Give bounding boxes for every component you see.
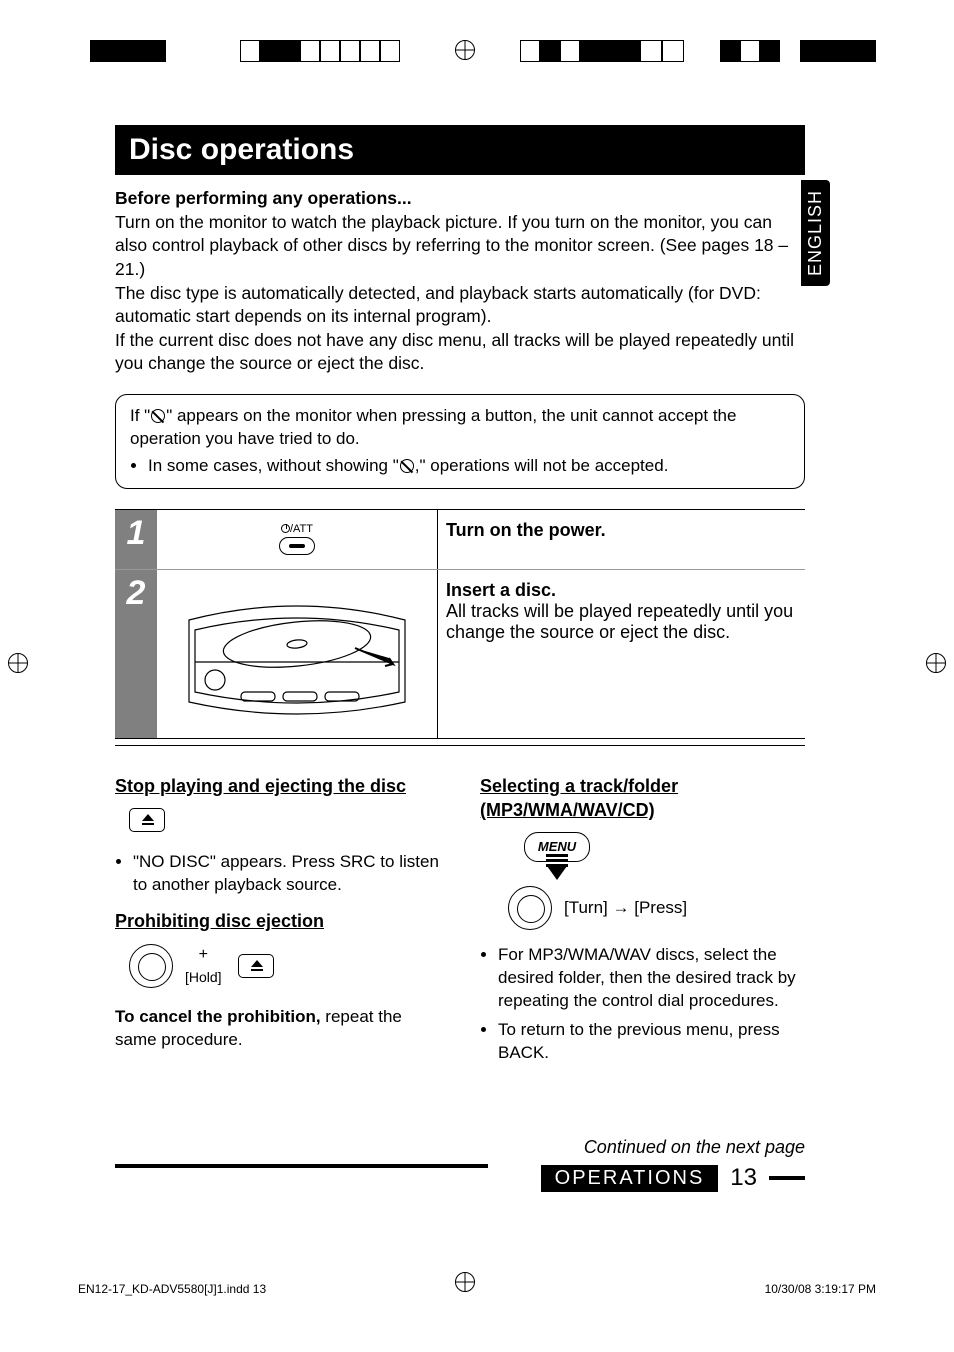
control-dial-icon	[129, 944, 173, 988]
intro-p3: If the current disc does not have any di…	[115, 330, 794, 374]
prohibit-icon	[151, 409, 165, 423]
eject-button-icon	[129, 808, 165, 832]
left-column: Stop playing and ejecting the disc "NO D…	[115, 774, 440, 1077]
footer-rule	[769, 1176, 805, 1180]
imprint-date: 10/30/08 3:19:17 PM	[765, 1282, 876, 1296]
steps-table: 1 /ATT Turn on the power. 2	[115, 509, 805, 739]
footer-section-label: OPERATIONS	[541, 1165, 719, 1192]
step-number: 1	[115, 510, 157, 569]
page-number: 13	[730, 1164, 757, 1192]
prohibit-icon	[400, 459, 414, 473]
step-2-body: All tracks will be played repeatedly unt…	[446, 601, 793, 642]
eject-button-icon	[238, 954, 274, 978]
down-arrow-icon	[547, 866, 567, 880]
note-box: If "" appears on the monitor when pressi…	[115, 394, 805, 489]
language-tab: ENGLISH	[801, 180, 830, 286]
select-track-heading: Selecting a track/folder (MP3/WMA/WAV/CD…	[480, 774, 805, 823]
menu-button-icon: MENU	[524, 832, 590, 862]
step-number: 2	[115, 570, 157, 738]
registration-mark-left	[8, 653, 28, 673]
cancel-prohibition-a: To cancel the prohibition,	[115, 1007, 321, 1026]
continued-next-page: Continued on the next page	[115, 1137, 805, 1158]
power-att-label: /ATT	[290, 523, 313, 535]
note-line1a: If "	[130, 406, 150, 425]
intro-lead: Before performing any operations...	[115, 188, 412, 208]
hold-label: [Hold]	[185, 969, 222, 985]
note-bullet-b: ," operations will not be accepted.	[415, 456, 669, 475]
back-bullet: To return to the previous menu, press BA…	[498, 1019, 805, 1065]
prohibit-eject-heading: Prohibiting disc ejection	[115, 909, 440, 933]
step-row-1: 1 /ATT Turn on the power.	[115, 510, 805, 570]
no-disc-bullet: "NO DISC" appears. Press SRC to listen t…	[133, 851, 440, 897]
note-line1b: " appears on the monitor when pressing a…	[130, 406, 736, 448]
registration-mark-right	[926, 653, 946, 673]
power-icon	[281, 524, 290, 533]
power-button-figure: /ATT	[262, 523, 332, 555]
power-button-shape	[279, 537, 315, 555]
intro-p2: The disc type is automatically detected,…	[115, 283, 761, 327]
plus-icon: +	[199, 946, 208, 963]
note-bullet-a: In some cases, without showing "	[148, 456, 399, 475]
insert-disc-figure	[167, 584, 427, 724]
step-1-title: Turn on the power.	[446, 520, 606, 540]
control-dial-icon	[508, 886, 552, 930]
step-2-title: Insert a disc.	[446, 580, 556, 600]
imprint-file: EN12-17_KD-ADV5580[J]1.indd 13	[78, 1282, 266, 1296]
section-title: Disc operations	[115, 125, 805, 175]
mp3-folder-bullet: For MP3/WMA/WAV discs, select the desire…	[498, 944, 805, 1013]
right-column: Selecting a track/folder (MP3/WMA/WAV/CD…	[480, 774, 805, 1077]
stop-eject-heading: Stop playing and ejecting the disc	[115, 774, 440, 798]
intro-p1: Turn on the monitor to watch the playbac…	[115, 212, 788, 279]
crop-marks	[0, 40, 954, 68]
step-row-2: 2	[115, 570, 805, 738]
intro-text: Before performing any operations... Turn…	[115, 187, 805, 376]
turn-press-label: [Turn] → [Press]	[564, 897, 687, 920]
